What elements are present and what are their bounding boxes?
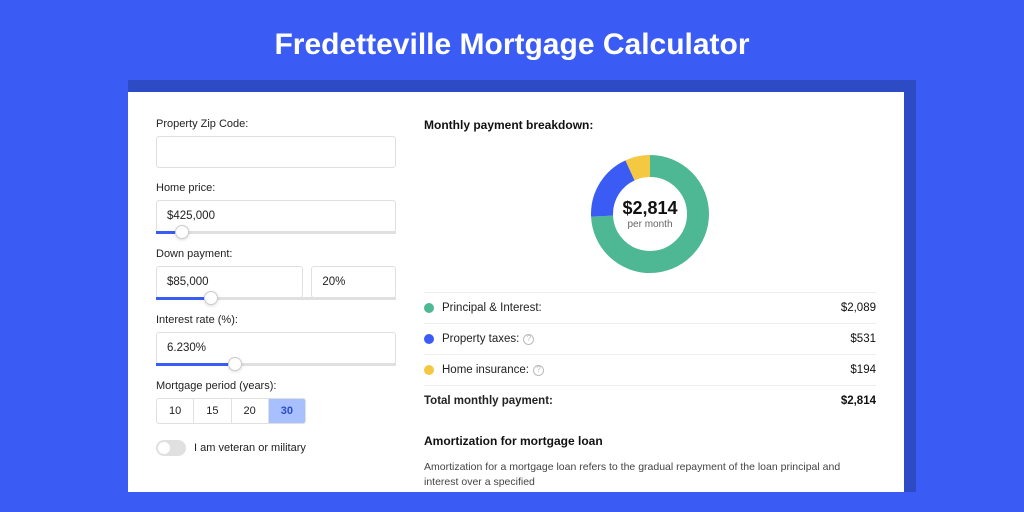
inputs-column: Property Zip Code: Home price: Down paym… xyxy=(156,118,396,492)
total-value: $2,814 xyxy=(841,395,876,407)
zip-label: Property Zip Code: xyxy=(156,118,396,130)
period-buttons: 10 15 20 30 xyxy=(156,398,396,424)
interest-label: Interest rate (%): xyxy=(156,314,396,326)
veteran-label: I am veteran or military xyxy=(194,442,306,454)
legend-label: Home insurance: ? xyxy=(442,364,850,376)
home-price-input[interactable] xyxy=(156,200,396,232)
down-payment-amount-input[interactable] xyxy=(156,266,303,298)
legend-taxes: Property taxes: ? $531 xyxy=(424,323,876,354)
period-10[interactable]: 10 xyxy=(156,398,193,424)
page-title: Fredetteville Mortgage Calculator xyxy=(0,0,1024,80)
legend-label: Principal & Interest: xyxy=(442,302,841,314)
legend-insurance: Home insurance: ? $194 xyxy=(424,354,876,385)
dot-icon xyxy=(424,334,434,344)
legend-total: Total monthly payment: $2,814 xyxy=(424,385,876,416)
amortization-section: Amortization for mortgage loan Amortizat… xyxy=(424,434,876,489)
period-20[interactable]: 20 xyxy=(231,398,268,424)
down-payment-label: Down payment: xyxy=(156,248,396,260)
period-30[interactable]: 30 xyxy=(268,398,306,424)
legend-value: $194 xyxy=(850,364,876,376)
home-price-label: Home price: xyxy=(156,182,396,194)
interest-group: Interest rate (%): xyxy=(156,314,396,366)
breakdown-column: Monthly payment breakdown: $2,814 per mo… xyxy=(424,118,876,492)
dot-icon xyxy=(424,365,434,375)
period-15[interactable]: 15 xyxy=(193,398,230,424)
zip-input[interactable] xyxy=(156,136,396,168)
down-payment-pct-input[interactable] xyxy=(311,266,396,298)
interest-slider[interactable] xyxy=(156,363,396,366)
donut-sub: per month xyxy=(622,219,677,230)
dot-icon xyxy=(424,303,434,313)
veteran-toggle[interactable] xyxy=(156,440,186,456)
donut-chart: $2,814 per month xyxy=(588,152,712,276)
home-price-group: Home price: xyxy=(156,182,396,234)
legend-value: $531 xyxy=(850,333,876,345)
calculator-panel: Property Zip Code: Home price: Down paym… xyxy=(128,92,904,492)
down-payment-slider[interactable] xyxy=(156,297,396,300)
donut-chart-wrap: $2,814 per month xyxy=(424,144,876,292)
veteran-row: I am veteran or military xyxy=(156,440,396,456)
home-price-slider[interactable] xyxy=(156,231,396,234)
legend-label: Property taxes: ? xyxy=(442,333,850,345)
total-label: Total monthly payment: xyxy=(424,395,841,407)
slider-thumb[interactable] xyxy=(175,225,189,239)
period-group: Mortgage period (years): 10 15 20 30 xyxy=(156,380,396,424)
amortization-title: Amortization for mortgage loan xyxy=(424,434,876,448)
interest-input[interactable] xyxy=(156,332,396,364)
legend-principal: Principal & Interest: $2,089 xyxy=(424,292,876,323)
legend-value: $2,089 xyxy=(841,302,876,314)
donut-total: $2,814 xyxy=(622,198,677,219)
period-label: Mortgage period (years): xyxy=(156,380,396,392)
zip-group: Property Zip Code: xyxy=(156,118,396,168)
slider-thumb[interactable] xyxy=(204,291,218,305)
breakdown-title: Monthly payment breakdown: xyxy=(424,118,876,132)
info-icon[interactable]: ? xyxy=(523,334,534,345)
amortization-text: Amortization for a mortgage loan refers … xyxy=(424,460,876,489)
slider-thumb[interactable] xyxy=(228,357,242,371)
info-icon[interactable]: ? xyxy=(533,365,544,376)
down-payment-group: Down payment: xyxy=(156,248,396,300)
panel-shadow: Property Zip Code: Home price: Down paym… xyxy=(128,80,916,492)
